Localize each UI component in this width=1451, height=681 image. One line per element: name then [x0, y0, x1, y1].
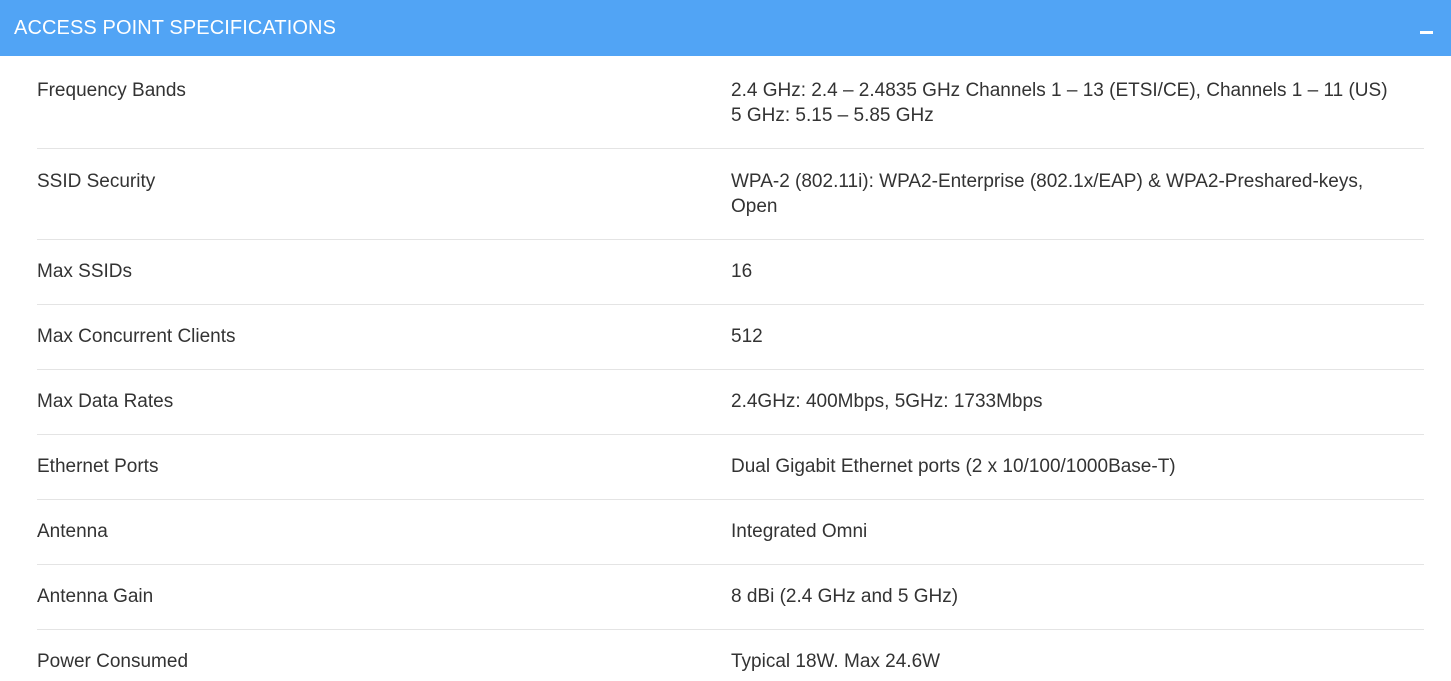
spec-value-line: 5 GHz: 5.15 – 5.85 GHz	[731, 105, 934, 126]
spec-row-max-data-rates: Max Data Rates 2.4GHz: 400Mbps, 5GHz: 17…	[37, 370, 1424, 435]
spec-label: Max Concurrent Clients	[37, 326, 236, 347]
spec-value: Integrated Omni	[731, 519, 1424, 564]
spec-label: Max SSIDs	[37, 261, 133, 282]
spec-value-line: Typical 18W. Max 24.6W	[731, 651, 941, 672]
spec-label: Power Consumed	[37, 651, 189, 672]
spec-value: WPA-2 (802.11i): WPA2-Enterprise (802.1x…	[731, 169, 1424, 239]
spec-row-antenna: Antenna Integrated Omni	[37, 500, 1424, 565]
spec-value-line: WPA-2 (802.11i): WPA2-Enterprise (802.1x…	[731, 171, 1364, 192]
panel-header-toggle[interactable]: ACCESS POINT SPECIFICATIONS	[0, 0, 1451, 56]
spec-row-antenna-gain: Antenna Gain 8 dBi (2.4 GHz and 5 GHz)	[37, 565, 1424, 630]
spec-value-line: Integrated Omni	[731, 521, 868, 542]
spec-value: 512	[731, 324, 1424, 369]
panel-title: ACCESS POINT SPECIFICATIONS	[14, 16, 337, 39]
spec-label: Antenna Gain	[37, 586, 154, 607]
spec-value: Typical 18W. Max 24.6W	[731, 649, 1424, 681]
spec-value: 16	[731, 259, 1424, 304]
spec-value-line: Open	[731, 196, 778, 217]
spec-label: Antenna	[37, 521, 108, 542]
spec-value-line: 16	[731, 261, 753, 282]
spec-label: Ethernet Ports	[37, 456, 159, 477]
spec-row-ssid-security: SSID Security WPA-2 (802.11i): WPA2-Ente…	[37, 149, 1424, 240]
spec-value-line: 512	[731, 326, 763, 347]
spec-row-power-consumed: Power Consumed Typical 18W. Max 24.6W	[37, 630, 1424, 681]
spec-label: Max Data Rates	[37, 391, 174, 412]
spec-value-line: 2.4 GHz: 2.4 – 2.4835 GHz Channels 1 – 1…	[731, 80, 1388, 101]
spec-table: Frequency Bands 2.4 GHz: 2.4 – 2.4835 GH…	[37, 57, 1424, 681]
spec-value-line: 2.4GHz: 400Mbps, 5GHz: 1733Mbps	[731, 391, 1043, 412]
spec-value: 2.4 GHz: 2.4 – 2.4835 GHz Channels 1 – 1…	[731, 78, 1424, 148]
spec-label: Frequency Bands	[37, 80, 186, 101]
spec-value: 8 dBi (2.4 GHz and 5 GHz)	[731, 584, 1424, 629]
spec-value: 2.4GHz: 400Mbps, 5GHz: 1733Mbps	[731, 389, 1424, 434]
spec-row-frequency-bands: Frequency Bands 2.4 GHz: 2.4 – 2.4835 GH…	[37, 57, 1424, 149]
spec-row-max-concurrent-clients: Max Concurrent Clients 512	[37, 305, 1424, 370]
spec-label: SSID Security	[37, 171, 156, 192]
spec-row-ethernet-ports: Ethernet Ports Dual Gigabit Ethernet por…	[37, 435, 1424, 500]
spec-value-line: 8 dBi (2.4 GHz and 5 GHz)	[731, 586, 959, 607]
spec-value: Dual Gigabit Ethernet ports (2 x 10/100/…	[731, 454, 1424, 499]
spec-row-max-ssids: Max SSIDs 16	[37, 240, 1424, 305]
minus-icon[interactable]	[1420, 30, 1433, 34]
spec-value-line: Dual Gigabit Ethernet ports (2 x 10/100/…	[731, 456, 1176, 477]
